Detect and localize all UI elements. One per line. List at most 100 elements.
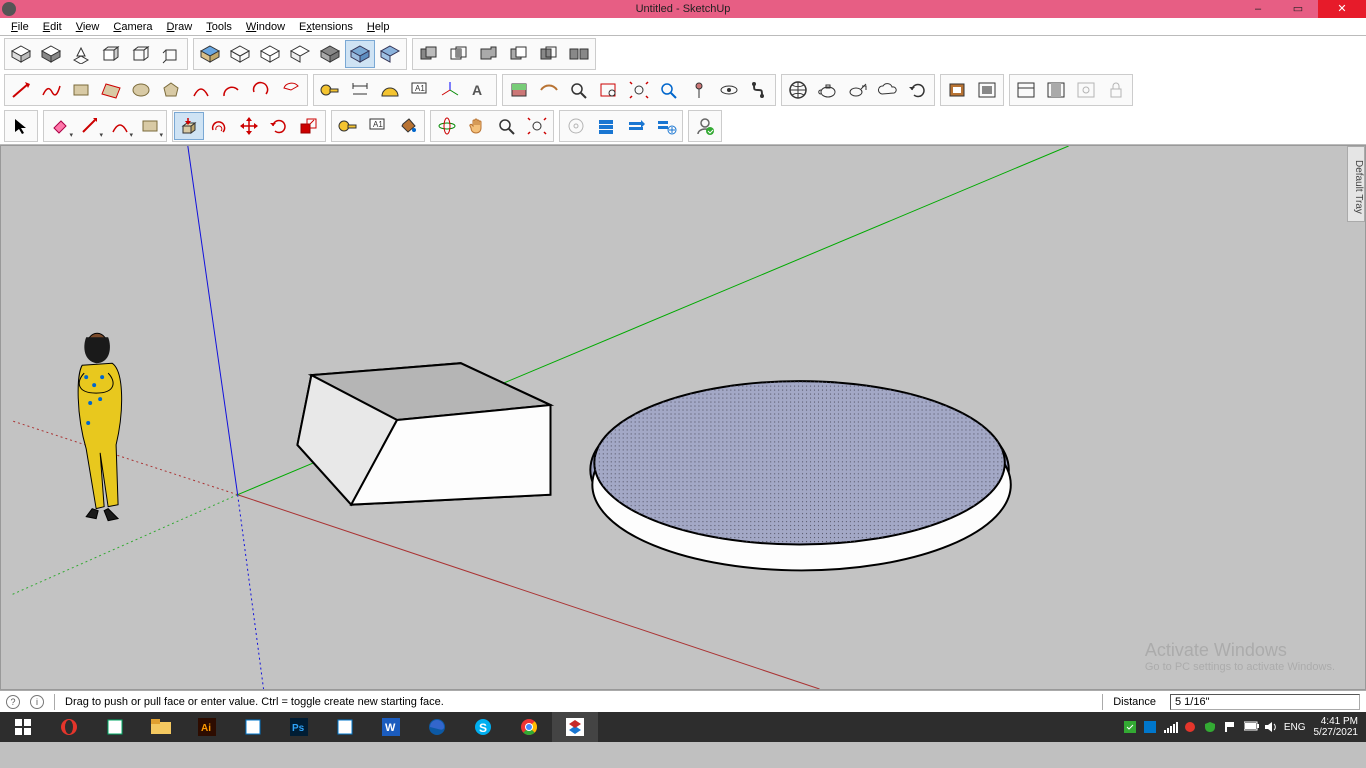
rotated-rect-tool-icon[interactable] [96,76,126,104]
close-button[interactable]: ✕ [1318,0,1366,18]
toggle-terrain-icon[interactable] [1011,76,1041,104]
warehouse-teapot-icon[interactable] [813,76,843,104]
iso-view-icon[interactable] [6,40,36,68]
look-around-icon[interactable] [714,76,744,104]
move-tool-icon[interactable] [234,112,264,140]
text-tool-icon[interactable]: A1 [405,76,435,104]
taskbar-libreoffice-icon[interactable] [92,712,138,742]
push-pull-tool-icon[interactable] [174,112,204,140]
warehouse-export-icon[interactable] [843,76,873,104]
taskbar-calc-icon[interactable] [322,712,368,742]
menu-camera[interactable]: Camera [106,21,159,33]
layout-sendto-icon[interactable] [942,76,972,104]
select-tool-icon[interactable] [6,112,36,140]
user-signin-icon[interactable] [690,112,720,140]
previous-view-icon[interactable] [654,76,684,104]
layout-style-icon[interactable] [972,76,1002,104]
rectangle-tool-icon[interactable] [66,76,96,104]
warehouse-refresh-icon[interactable] [903,76,933,104]
axes-tool-icon[interactable] [435,76,465,104]
zoom-tool-icon[interactable] [564,76,594,104]
3d-text-icon[interactable]: A [465,76,495,104]
style-xray-icon[interactable] [345,40,375,68]
paint-bucket-icon[interactable] [393,112,423,140]
menu-file[interactable]: File [4,21,36,33]
measurement-value[interactable]: 5 1/16" [1170,694,1360,710]
solid-trim-icon[interactable] [534,40,564,68]
info-icon[interactable]: i [30,695,44,709]
pie-tool-icon[interactable] [276,76,306,104]
add-location-icon[interactable] [1041,76,1071,104]
taskbar-illustrator-icon[interactable]: Ai [184,712,230,742]
style-backedges-icon[interactable] [375,40,405,68]
tray-network-icon[interactable] [1164,721,1176,733]
component-settings-icon[interactable] [651,112,681,140]
model-viewport[interactable]: Default Tray Activate Windows Go to PC s… [0,145,1366,690]
circle-tool-icon[interactable] [126,76,156,104]
menu-extensions[interactable]: Extensions [292,21,360,33]
style-monochrome-icon[interactable] [285,40,315,68]
arc-drop-icon[interactable] [105,112,135,140]
tray-flag-icon[interactable] [1224,721,1236,733]
shape-drop-icon[interactable] [135,112,165,140]
offset-tool-icon[interactable] [204,112,234,140]
tray-volume-icon[interactable] [1264,721,1276,733]
line-tool-icon[interactable] [6,76,36,104]
taskbar-explorer-icon[interactable] [138,712,184,742]
zoom-2-icon[interactable] [492,112,522,140]
help-icon[interactable]: ? [6,695,20,709]
style-shaded-icon[interactable] [195,40,225,68]
walk-tool-icon[interactable] [744,76,774,104]
taskbar-opera-icon[interactable] [46,712,92,742]
style-hidden-icon[interactable] [255,40,285,68]
back-view-icon[interactable] [126,40,156,68]
zoom-extents-icon[interactable] [624,76,654,104]
menu-view[interactable]: View [69,21,107,33]
taskbar-writer-icon[interactable] [230,712,276,742]
left-view-icon[interactable] [156,40,186,68]
solid-split-icon[interactable] [564,40,594,68]
polygon-tool-icon[interactable] [156,76,186,104]
tape-measure-2-icon[interactable] [333,112,363,140]
start-button[interactable] [0,712,46,742]
taskbar-chrome-icon[interactable] [506,712,552,742]
tray-defender-icon[interactable] [1144,721,1156,733]
tray-shield-icon[interactable] [1124,721,1136,733]
maximize-button[interactable]: ▭ [1278,0,1318,18]
scale-tool-icon[interactable] [294,112,324,140]
section-plane-icon[interactable] [504,76,534,104]
taskbar-skype-icon[interactable]: S [460,712,506,742]
tape-measure-icon[interactable] [315,76,345,104]
tray-battery-icon[interactable] [1244,721,1256,733]
tray-opera-icon[interactable] [1184,721,1196,733]
minimize-button[interactable]: – [1238,0,1278,18]
taskbar-photoshop-icon[interactable]: Ps [276,712,322,742]
solid-intersect-icon[interactable] [444,40,474,68]
taskbar-word-icon[interactable]: W [368,712,414,742]
3pt-arc-tool-icon[interactable] [246,76,276,104]
top-view-icon[interactable] [36,40,66,68]
menu-window[interactable]: Window [239,21,292,33]
front-view-icon[interactable] [66,40,96,68]
display-section-icon[interactable] [534,76,564,104]
default-tray-tab[interactable]: Default Tray [1347,146,1365,222]
taskbar-edge-icon[interactable] [414,712,460,742]
menu-edit[interactable]: Edit [36,21,69,33]
eraser-tool-icon[interactable] [45,112,75,140]
tray-language[interactable]: ENG [1284,722,1306,733]
zoom-extents-2-icon[interactable] [522,112,552,140]
protractor-icon[interactable] [375,76,405,104]
warehouse-globe-icon[interactable] [783,76,813,104]
dimension-tool-icon[interactable] [345,76,375,104]
menu-draw[interactable]: Draw [160,21,200,33]
pencil-tool-icon[interactable] [75,112,105,140]
zoom-window-icon[interactable] [594,76,624,104]
text-label-icon[interactable]: A1 [363,112,393,140]
menu-help[interactable]: Help [360,21,397,33]
pan-tool-icon[interactable] [462,112,492,140]
arc-tool-icon[interactable] [186,76,216,104]
position-camera-icon[interactable] [684,76,714,104]
style-shaded-textures-icon[interactable] [315,40,345,68]
solid-subtract-icon[interactable] [504,40,534,68]
solid-outer-shell-icon[interactable] [414,40,444,68]
